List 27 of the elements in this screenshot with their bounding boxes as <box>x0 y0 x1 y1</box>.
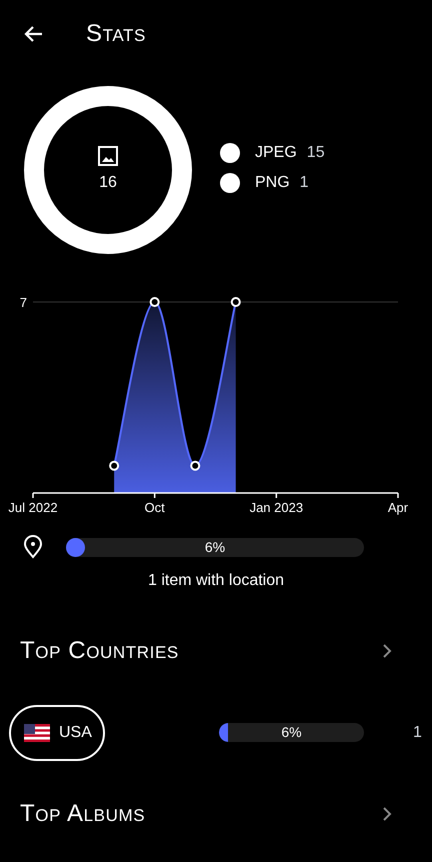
legend-count: 15 <box>306 143 325 163</box>
data-point <box>109 460 120 471</box>
x-tick-label: Jul 2022 <box>8 500 58 515</box>
section-header[interactable]: Top Albums <box>0 792 432 836</box>
image-icon <box>97 145 119 167</box>
x-tick-label: Jan 2023 <box>250 500 304 515</box>
data-point <box>190 460 200 471</box>
total-count: 16 <box>99 173 117 193</box>
legend-label: JPEG <box>255 143 297 163</box>
x-tick-label: Oct <box>144 500 165 515</box>
location-caption: 1 item with location <box>148 571 284 589</box>
y-tick-label: 7 <box>20 295 27 310</box>
data-point <box>150 297 160 307</box>
legend-label: PNG <box>255 173 290 193</box>
progress-percent: 6% <box>204 538 226 556</box>
progress-percent: 6% <box>280 723 303 742</box>
chevron-right-icon <box>382 807 392 821</box>
page-title: Stats <box>86 19 146 49</box>
flag-icon <box>24 724 50 742</box>
legend-count: 1 <box>300 173 309 193</box>
country-chip[interactable]: USA <box>9 704 105 760</box>
chevron-right-icon <box>382 644 392 658</box>
x-tick-label: Apr <box>388 500 408 515</box>
section-header[interactable]: Top Countries <box>0 629 432 673</box>
item-count: 1 <box>413 722 422 742</box>
data-point <box>230 297 241 307</box>
location-pin-icon <box>23 535 43 559</box>
